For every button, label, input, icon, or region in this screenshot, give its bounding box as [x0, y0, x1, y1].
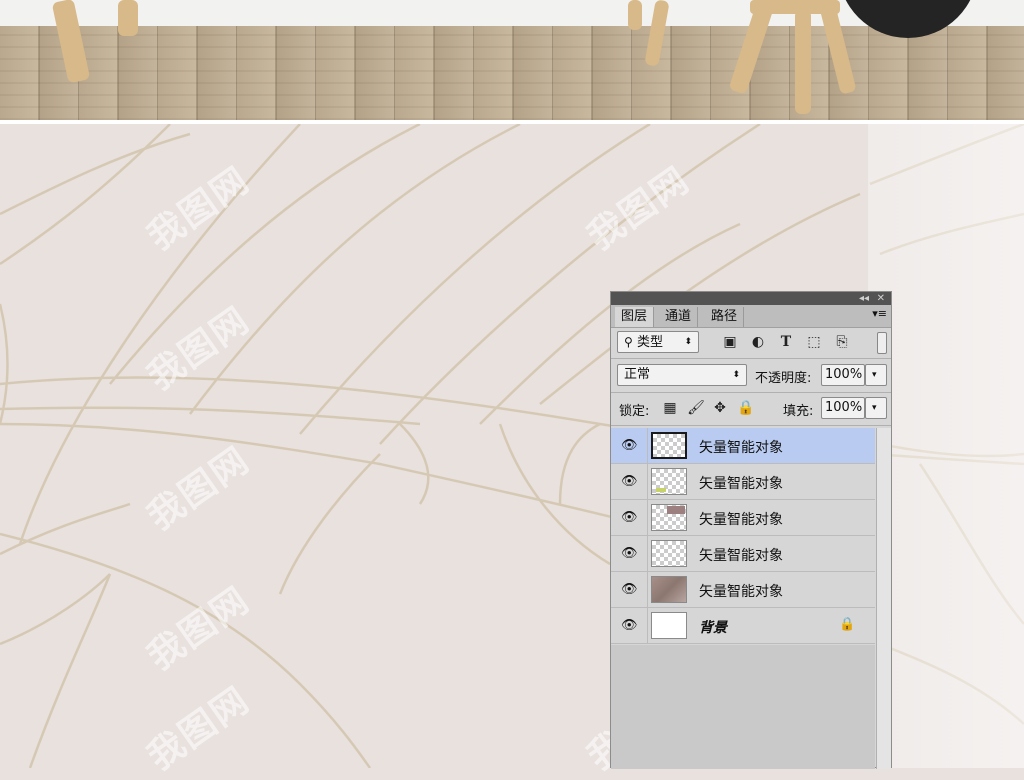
divider — [647, 500, 648, 536]
divider — [647, 572, 648, 608]
opacity-label: 不透明度: — [755, 371, 812, 386]
layer-name: 矢量智能对象 — [699, 584, 783, 600]
stool-leg — [795, 10, 811, 114]
type-filter-icon[interactable]: T — [777, 334, 795, 350]
layer-row[interactable]: 👁 矢量智能对象 — [611, 500, 875, 536]
filter-label: 类型 — [636, 335, 663, 350]
layer-name: 矢量智能对象 — [699, 476, 783, 492]
eye-icon[interactable]: 👁 — [621, 618, 638, 634]
layers-list: 👁 矢量智能对象 👁 矢量智能对象 👁 矢量智能对象 👁 矢量智能对象 👁 矢量… — [611, 428, 875, 645]
thumbnail-swatch — [667, 506, 685, 514]
eye-icon[interactable]: 👁 — [621, 546, 638, 562]
divider — [647, 536, 648, 572]
layers-empty-area — [611, 645, 875, 769]
layers-scrollbar[interactable] — [876, 428, 891, 769]
fill-dropdown-icon[interactable]: ▾ — [865, 397, 887, 419]
layer-name: 矢量智能对象 — [699, 548, 783, 564]
lock-brush-icon[interactable]: 🖌 — [687, 400, 705, 416]
room-photo — [0, 0, 1024, 120]
layer-row[interactable]: 👁 矢量智能对象 — [611, 428, 875, 464]
layers-panel: ◂◂ ✕ 图层 通道 路径 ▾≡ ⚲ 类型 ⬍ ▣ ◐ T ⬚ ⎘ 正常 ⬍ 不… — [610, 291, 892, 769]
search-icon: ⚲ — [624, 335, 633, 349]
divider — [647, 464, 648, 500]
stool-leg — [628, 0, 642, 30]
layer-thumbnail — [651, 612, 687, 639]
filter-toggle[interactable] — [877, 332, 887, 354]
lock-move-icon[interactable]: ✥ — [711, 400, 729, 416]
layer-thumbnail — [651, 504, 687, 531]
collapse-icon[interactable]: ◂◂ — [859, 292, 869, 305]
thumbnail-swatch — [656, 488, 666, 492]
wooden-floor — [0, 26, 1024, 120]
layer-row[interactable]: 👁 矢量智能对象 — [611, 464, 875, 500]
layer-row[interactable]: 👁 矢量智能对象 — [611, 572, 875, 608]
blend-mode-select[interactable]: 正常 ⬍ — [617, 364, 747, 386]
eye-icon[interactable]: 👁 — [621, 510, 638, 526]
separator — [611, 425, 891, 426]
separator — [611, 392, 891, 393]
panel-menu-icon[interactable]: ▾≡ — [872, 307, 887, 320]
layer-filter-select[interactable]: ⚲ 类型 ⬍ — [617, 331, 699, 353]
opacity-dropdown-icon[interactable]: ▾ — [865, 364, 887, 386]
close-icon[interactable]: ✕ — [877, 292, 885, 305]
layer-name: 矢量智能对象 — [699, 440, 783, 456]
separator — [611, 358, 891, 359]
layer-row[interactable]: 👁 矢量智能对象 — [611, 536, 875, 572]
panel-titlebar: ◂◂ ✕ — [611, 292, 891, 305]
image-filter-icon[interactable]: ▣ — [721, 334, 739, 350]
blend-mode-value: 正常 — [624, 367, 651, 382]
eye-icon[interactable]: 👁 — [621, 582, 638, 598]
chair-leg — [118, 0, 138, 36]
tab-paths[interactable]: 路径 — [705, 307, 745, 327]
lock-icon: 🔒 — [839, 617, 856, 632]
divider — [647, 608, 648, 644]
smart-object-filter-icon[interactable]: ⎘ — [833, 334, 851, 350]
layer-name: 矢量智能对象 — [699, 512, 783, 528]
stool-seat — [750, 0, 840, 14]
chevron-updown-icon: ⬍ — [732, 370, 740, 380]
layer-thumbnail — [651, 468, 687, 495]
tab-layers[interactable]: 图层 — [615, 307, 655, 327]
layer-thumbnail — [651, 576, 687, 603]
eye-icon[interactable]: 👁 — [621, 438, 638, 454]
shape-filter-icon[interactable]: ⬚ — [805, 334, 823, 350]
layer-thumbnail — [651, 432, 687, 459]
layer-row[interactable]: 👁 背景 🔒 — [611, 608, 875, 644]
tab-channels[interactable]: 通道 — [659, 307, 699, 327]
lock-transparent-icon[interactable]: ▦ — [661, 400, 679, 416]
fill-input[interactable]: 100% — [821, 397, 865, 419]
lock-label: 锁定: — [619, 404, 650, 419]
eye-icon[interactable]: 👁 — [621, 474, 638, 490]
chevron-updown-icon: ⬍ — [684, 337, 692, 347]
opacity-input[interactable]: 100% — [821, 364, 865, 386]
layer-name: 背景 — [699, 620, 727, 636]
divider — [647, 428, 648, 464]
fill-label: 填充: — [783, 404, 814, 419]
panel-tabs: 图层 通道 路径 ▾≡ — [611, 305, 891, 328]
adjustment-filter-icon[interactable]: ◐ — [749, 334, 767, 350]
layer-thumbnail — [651, 540, 687, 567]
lock-all-icon[interactable]: 🔒 — [737, 400, 755, 416]
